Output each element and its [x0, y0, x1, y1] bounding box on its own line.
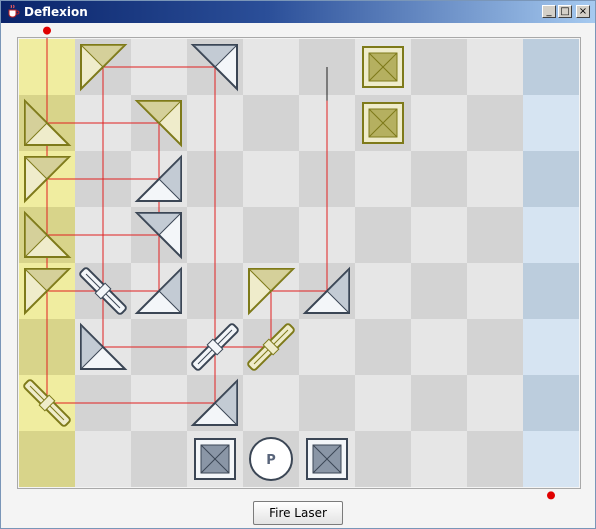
board-square[interactable]	[411, 151, 467, 207]
board-square[interactable]	[355, 263, 411, 319]
board-square[interactable]	[523, 95, 579, 151]
board-square[interactable]	[523, 431, 579, 487]
board-square[interactable]	[131, 431, 187, 487]
board-square[interactable]	[243, 375, 299, 431]
board-square[interactable]	[523, 39, 579, 95]
board-square[interactable]	[411, 431, 467, 487]
board-square[interactable]	[299, 319, 355, 375]
board-square[interactable]	[243, 39, 299, 95]
gold-obelisk-piece[interactable]	[362, 102, 404, 144]
board-square[interactable]	[355, 431, 411, 487]
board-square[interactable]	[355, 375, 411, 431]
board-square[interactable]	[411, 39, 467, 95]
board-square[interactable]	[19, 431, 75, 487]
board-square[interactable]	[467, 431, 523, 487]
board-square[interactable]	[243, 151, 299, 207]
board-square[interactable]	[355, 319, 411, 375]
minimize-button[interactable]: _	[542, 5, 556, 18]
board-square[interactable]	[411, 375, 467, 431]
board-square[interactable]	[467, 39, 523, 95]
game-board-frame: P	[17, 37, 581, 489]
gold-laser-source	[43, 26, 51, 35]
board-square[interactable]	[523, 207, 579, 263]
silver-obelisk-piece[interactable]	[306, 438, 348, 480]
board-square[interactable]	[467, 319, 523, 375]
board-square[interactable]	[467, 151, 523, 207]
board-square[interactable]	[355, 207, 411, 263]
board-square[interactable]	[467, 263, 523, 319]
silver-obelisk-piece[interactable]	[194, 438, 236, 480]
window-title: Deflexion	[24, 5, 88, 19]
board-square[interactable]	[411, 207, 467, 263]
board-square[interactable]	[523, 319, 579, 375]
board-square[interactable]	[299, 375, 355, 431]
close-button[interactable]: ×	[576, 5, 590, 18]
board-square[interactable]	[411, 263, 467, 319]
board-square[interactable]	[523, 375, 579, 431]
java-cup-icon	[8, 4, 20, 18]
game-board[interactable]: P	[18, 38, 580, 488]
board-square[interactable]	[411, 95, 467, 151]
maximize-button[interactable]: □	[558, 5, 572, 18]
board-square[interactable]	[355, 151, 411, 207]
pharaoh-label: P	[266, 453, 276, 468]
silver-pharaoh-piece[interactable]: P	[249, 437, 293, 481]
silver-laser-source	[547, 491, 555, 500]
board-square[interactable]	[75, 431, 131, 487]
board-square[interactable]	[467, 95, 523, 151]
title-bar: Deflexion _ □ ×	[1, 1, 595, 23]
gold-obelisk-piece[interactable]	[362, 46, 404, 88]
board-square[interactable]	[523, 263, 579, 319]
board-square[interactable]	[243, 95, 299, 151]
app-window: Deflexion _ □ × P Fire Laser	[0, 0, 596, 529]
board-square[interactable]	[523, 151, 579, 207]
board-square[interactable]	[467, 207, 523, 263]
board-square[interactable]	[243, 207, 299, 263]
fire-laser-button[interactable]: Fire Laser	[253, 501, 343, 525]
board-square[interactable]	[467, 375, 523, 431]
board-square[interactable]	[411, 319, 467, 375]
